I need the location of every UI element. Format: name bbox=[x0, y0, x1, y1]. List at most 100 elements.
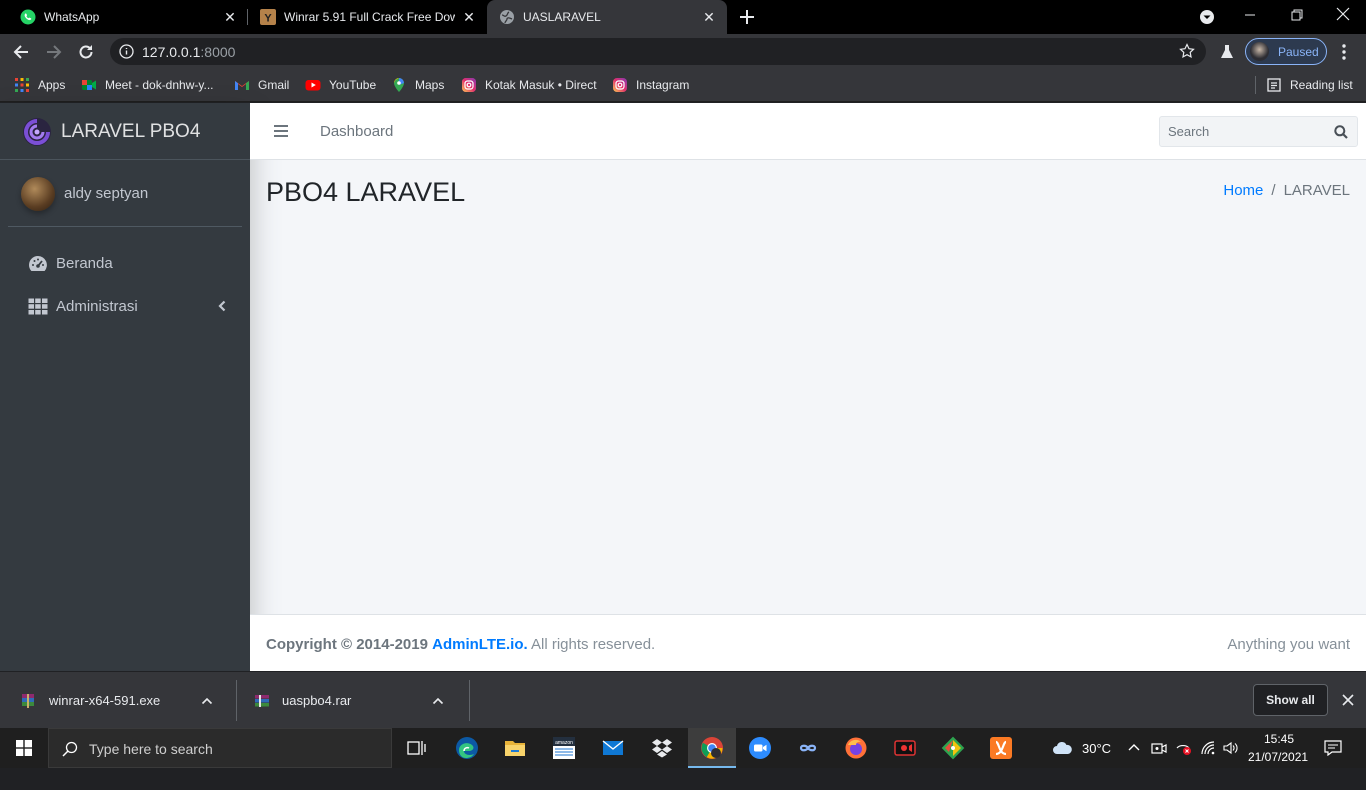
edge-icon[interactable] bbox=[455, 736, 479, 760]
breadcrumb-current: LARAVEL bbox=[1283, 182, 1350, 199]
navbar-search bbox=[1159, 116, 1358, 147]
footer-copyright: Copyright © 2014-2019 AdminLTE.io. All r… bbox=[266, 636, 655, 653]
tab-winrar[interactable]: Y Winrar 5.91 Full Crack Free Down ✕ bbox=[248, 0, 487, 34]
download-item[interactable]: uaspbo4.rar bbox=[237, 672, 469, 729]
download-item[interactable]: winrar-x64-591.exe bbox=[0, 672, 236, 729]
volume-icon[interactable] bbox=[1222, 740, 1238, 756]
web-page: LARAVEL PBO4 aldy septyan Beranda Admini… bbox=[0, 103, 1366, 671]
bookmark-gmail[interactable]: Gmail bbox=[234, 76, 289, 94]
footer-right-text: Anything you want bbox=[1227, 636, 1350, 653]
download-filename: winrar-x64-591.exe bbox=[49, 693, 161, 708]
zoom-icon[interactable] bbox=[748, 736, 772, 760]
bookmark-kotak-masuk[interactable]: Kotak Masuk • Direct bbox=[461, 76, 597, 94]
url-port: :8000 bbox=[200, 44, 236, 60]
adminlte-link[interactable]: AdminLTE.io. bbox=[432, 636, 528, 653]
clock-date[interactable]: 21/07/2021 bbox=[1248, 750, 1308, 790]
reading-list-label: Reading list bbox=[1290, 78, 1353, 92]
tab-title: Winrar 5.91 Full Crack Free Down bbox=[284, 10, 455, 24]
hamburger-icon[interactable] bbox=[274, 124, 288, 138]
close-shelf-icon[interactable] bbox=[1342, 694, 1354, 706]
browser-toolbar: 127.0.0.1:8000 Paused bbox=[0, 34, 1366, 69]
user-panel[interactable]: aldy septyan bbox=[8, 160, 242, 227]
top-navbar: Dashboard bbox=[250, 103, 1366, 160]
breadcrumb-home[interactable]: Home bbox=[1223, 182, 1263, 199]
bookmark-label: Meet - dok-dnhw-y... bbox=[105, 78, 214, 92]
reload-icon[interactable] bbox=[77, 43, 95, 61]
wifi-icon[interactable] bbox=[1200, 740, 1216, 756]
menu-kebab-icon[interactable] bbox=[1337, 43, 1351, 61]
minimize-icon[interactable] bbox=[1243, 8, 1257, 22]
tab-uaslaravel[interactable]: UASLARAVEL ✕ bbox=[487, 0, 727, 34]
brand-link[interactable]: LARAVEL PBO4 bbox=[0, 103, 250, 160]
restore-icon[interactable] bbox=[1290, 8, 1304, 22]
labs-flask-icon[interactable] bbox=[1219, 44, 1235, 60]
instagram-icon bbox=[461, 77, 477, 93]
bookmark-maps[interactable]: Maps bbox=[391, 76, 444, 94]
profile-button[interactable]: Paused bbox=[1245, 38, 1327, 65]
reading-list-button[interactable]: Reading list bbox=[1266, 76, 1353, 94]
download-shelf: winrar-x64-591.exe uaspbo4.rar Show all bbox=[0, 671, 1366, 728]
search-icon[interactable] bbox=[1334, 125, 1348, 139]
close-tab-icon[interactable]: ✕ bbox=[461, 9, 477, 25]
nav-label: Beranda bbox=[56, 255, 113, 272]
bookmark-apps[interactable]: Apps bbox=[14, 76, 65, 94]
bookmarks-divider bbox=[1255, 76, 1256, 94]
url-text: 127.0.0.1:8000 bbox=[142, 44, 235, 60]
windows-start-icon[interactable] bbox=[16, 740, 32, 756]
close-tab-icon[interactable]: ✕ bbox=[222, 9, 238, 25]
close-tab-icon[interactable]: ✕ bbox=[701, 9, 717, 25]
address-bar[interactable]: 127.0.0.1:8000 bbox=[110, 38, 1206, 65]
page-footer: Copyright © 2014-2019 AdminLTE.io. All r… bbox=[250, 614, 1366, 671]
action-center-icon[interactable] bbox=[1324, 740, 1342, 756]
weather-cloud-icon[interactable] bbox=[1051, 739, 1073, 757]
nav-dashboard-link[interactable]: Dashboard bbox=[320, 123, 393, 140]
bookmark-meet[interactable]: Meet - dok-dnhw-y... bbox=[81, 76, 213, 94]
tab-whatsapp[interactable]: WhatsApp ✕ bbox=[8, 0, 248, 34]
chevron-up-icon[interactable] bbox=[201, 697, 213, 705]
svg-text:Y: Y bbox=[264, 13, 272, 25]
download-separator bbox=[469, 680, 470, 721]
search-input[interactable] bbox=[1160, 117, 1325, 146]
meet-now-icon[interactable] bbox=[1151, 740, 1167, 756]
file-explorer-icon[interactable] bbox=[503, 736, 527, 760]
chevron-left-icon bbox=[218, 300, 226, 312]
chrome-taskbar-button[interactable] bbox=[688, 728, 736, 768]
git-icon[interactable] bbox=[941, 736, 965, 760]
mail-icon[interactable] bbox=[601, 736, 625, 760]
back-icon[interactable] bbox=[12, 43, 30, 61]
amazon-store-icon[interactable]: amazon bbox=[552, 736, 576, 760]
svg-text:amazon: amazon bbox=[555, 740, 573, 746]
task-view-icon[interactable] bbox=[405, 736, 429, 760]
new-tab-icon[interactable] bbox=[738, 8, 756, 26]
bookmark-star-icon[interactable] bbox=[1179, 43, 1195, 59]
tab-search-icon[interactable] bbox=[1199, 9, 1215, 25]
user-name: aldy septyan bbox=[64, 185, 149, 202]
chevron-up-icon[interactable] bbox=[1128, 742, 1140, 752]
taskbar-search-placeholder: Type here to search bbox=[89, 741, 213, 757]
meet-icon bbox=[81, 77, 97, 93]
weather-temperature[interactable]: 30°C bbox=[1082, 741, 1111, 781]
forward-icon[interactable] bbox=[45, 43, 63, 61]
copyright-text: Copyright © 2014-2019 bbox=[266, 636, 428, 653]
reading-list-icon bbox=[1266, 77, 1282, 93]
chevron-up-icon[interactable] bbox=[432, 697, 444, 705]
whatsapp-icon bbox=[20, 9, 36, 25]
screen-recorder-icon[interactable] bbox=[893, 736, 917, 760]
show-all-button[interactable]: Show all bbox=[1253, 684, 1328, 716]
rights-text: All rights reserved. bbox=[531, 636, 656, 653]
info-icon[interactable] bbox=[119, 44, 134, 59]
infinity-app-icon[interactable] bbox=[796, 736, 820, 760]
close-window-icon[interactable] bbox=[1336, 7, 1350, 21]
winrar-file-icon bbox=[20, 693, 36, 709]
xampp-icon[interactable] bbox=[989, 736, 1013, 760]
bookmark-label: Kotak Masuk • Direct bbox=[485, 78, 597, 92]
dropbox-icon[interactable] bbox=[650, 736, 674, 760]
sidebar-item-beranda[interactable]: Beranda bbox=[8, 243, 242, 283]
bookmark-youtube[interactable]: YouTube bbox=[305, 76, 376, 94]
firefox-icon[interactable] bbox=[844, 736, 868, 760]
network-error-icon[interactable] bbox=[1175, 740, 1193, 756]
taskbar-search-box[interactable]: Type here to search bbox=[48, 728, 392, 768]
sidebar-item-administrasi[interactable]: Administrasi bbox=[8, 286, 242, 326]
nav-label: Administrasi bbox=[56, 298, 138, 315]
bookmark-instagram[interactable]: Instagram bbox=[612, 76, 689, 94]
